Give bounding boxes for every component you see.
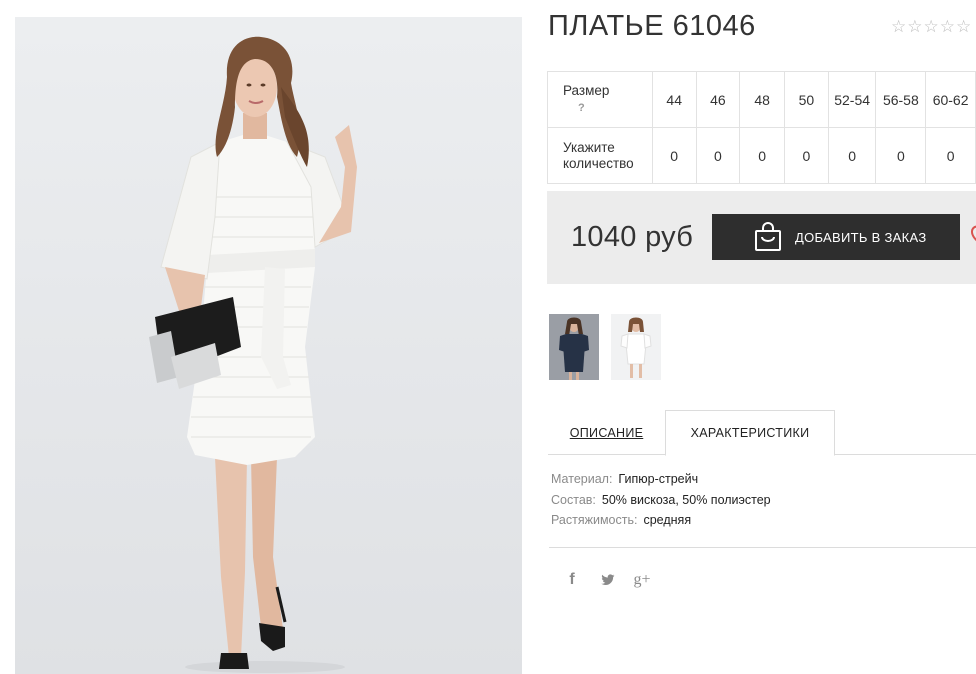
thumbnail-white-dress[interactable] <box>611 314 661 380</box>
quantity-input[interactable]: 0 <box>875 127 927 184</box>
quantity-row: Укажите количество 0 0 0 0 0 0 0 <box>547 127 976 184</box>
star-icon[interactable]: ☆ <box>924 18 939 35</box>
tab-characteristics[interactable]: ХАРАКТЕРИСТИКИ <box>665 410 835 456</box>
quantity-input[interactable]: 0 <box>695 127 741 184</box>
spec-row: Растяжимость: средняя <box>551 513 771 534</box>
spec-key: Растяжимость: <box>551 513 638 527</box>
add-to-order-label: ДОБАВИТЬ В ЗАКАЗ <box>795 229 927 245</box>
star-icon[interactable]: ☆ <box>940 18 955 35</box>
tab-description[interactable]: ОПИСАНИЕ <box>548 410 665 455</box>
quantity-input[interactable]: 0 <box>925 127 976 184</box>
quantity-input[interactable]: 0 <box>739 127 786 184</box>
size-cell: 56-58 <box>875 71 927 128</box>
twitter-icon[interactable] <box>601 570 615 590</box>
spec-key: Материал: <box>551 472 613 486</box>
spec-value: средняя <box>643 513 692 527</box>
size-cell: 50 <box>784 71 829 128</box>
google-plus-icon[interactable]: g+ <box>633 570 651 590</box>
tab-description-label: ОПИСАНИЕ <box>569 425 644 440</box>
quantity-input[interactable]: 0 <box>827 127 877 184</box>
size-help-icon[interactable]: ? <box>563 100 652 116</box>
shopping-bag-icon <box>753 222 783 252</box>
quantity-input[interactable]: 0 <box>651 127 697 184</box>
spec-value: 50% вискоза, 50% полиэстер <box>601 492 771 507</box>
add-to-order-button[interactable]: ДОБАВИТЬ В ЗАКАЗ <box>712 214 960 260</box>
quantity-input[interactable]: 0 <box>784 127 829 184</box>
star-icon[interactable]: ☆ <box>891 18 906 35</box>
spec-row: Состав: 50% вискоза, 50% полиэстер <box>551 493 771 514</box>
star-icon[interactable]: ☆ <box>956 18 971 35</box>
google-plus-glyph: g+ <box>633 571 651 588</box>
size-cell: 48 <box>739 71 786 128</box>
spec-row: Материал: Гипюр-стрейч <box>551 472 771 493</box>
product-tabs: ОПИСАНИЕ ХАРАКТЕРИСТИКИ <box>548 410 976 456</box>
social-share: f g+ <box>565 570 651 590</box>
divider <box>549 547 976 548</box>
product-price: 1040 руб <box>571 221 694 253</box>
star-icon[interactable]: ☆ <box>907 18 922 35</box>
heart-icon[interactable] <box>970 224 976 248</box>
facebook-glyph: f <box>569 571 575 588</box>
size-label-cell: Размер ? <box>547 71 653 128</box>
size-cell: 60-62 <box>925 71 976 128</box>
size-cell: 52-54 <box>827 71 877 128</box>
price-panel: 1040 руб ДОБАВИТЬ В ЗАКАЗ <box>547 191 976 284</box>
size-label: Размер <box>563 83 610 98</box>
characteristics-list: Материал: Гипюр-стрейч Состав: 50% вискоза… <box>551 472 771 534</box>
spec-value: Гипюр-стрейч <box>618 472 699 486</box>
thumbnail-dark-dress[interactable] <box>549 314 599 380</box>
facebook-icon[interactable]: f <box>565 570 579 590</box>
product-title: ПЛАТЬЕ 61046 <box>548 10 756 42</box>
main-product-photo <box>15 17 522 674</box>
size-cell: 44 <box>651 71 697 128</box>
size-cell: 46 <box>695 71 741 128</box>
size-quantity-table: Размер ? 44 46 48 50 52-54 56-58 60-62 У… <box>547 71 976 184</box>
spec-key: Состав: <box>551 492 596 507</box>
quantity-label: Укажите количество <box>547 127 653 184</box>
size-row: Размер ? 44 46 48 50 52-54 56-58 60-62 <box>547 71 976 128</box>
tab-characteristics-label: ХАРАКТЕРИСТИКИ <box>690 426 810 440</box>
rating-stars[interactable]: ☆ ☆ ☆ ☆ ☆ <box>891 18 971 35</box>
